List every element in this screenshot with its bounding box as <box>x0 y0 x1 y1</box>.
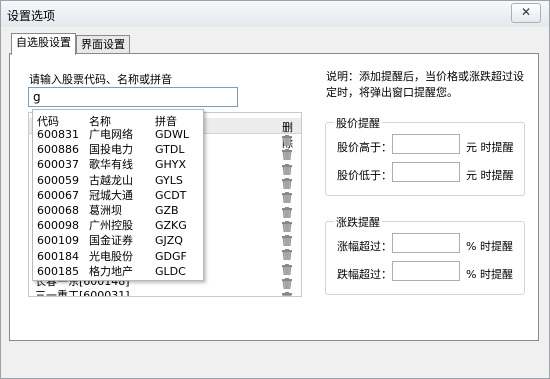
dropdown-cell-name: 广电网络 <box>89 128 133 141</box>
dropdown-cell-name: 格力地产 <box>89 264 133 278</box>
dropdown-cell-pinyin: GLDC <box>155 264 186 278</box>
dropdown-row[interactable]: 600886 国投电力 GTDL <box>33 142 203 158</box>
change-alert-group: 涨跌提醒 涨幅超过： % 时提醒 跌幅超过： % 时提醒 <box>325 214 525 295</box>
change-alert-title: 涨跌提醒 <box>334 214 382 230</box>
dropdown-cell-pinyin: GTDL <box>155 143 185 157</box>
dropdown-row[interactable]: 600098 广州控股 GZKG <box>33 218 203 234</box>
dropdown-row[interactable]: 600109 国金证券 GJZQ <box>33 233 203 249</box>
fall-label: 跌幅超过： <box>337 268 392 281</box>
dropdown-cell-code: 600037 <box>37 158 79 172</box>
dropdown-row[interactable]: 600831 广电网络 GDWL <box>33 127 203 143</box>
dropdown-cell-code: 600059 <box>37 173 79 187</box>
dropdown-cell-pinyin: GHYX <box>155 158 187 172</box>
price-low-field[interactable] <box>392 162 460 182</box>
list-item[interactable]: 三一重工[600031] <box>35 287 130 296</box>
search-input[interactable] <box>28 87 238 107</box>
dropdown-cell-pinyin: GZB <box>155 204 179 217</box>
dropdown-row[interactable]: 600184 光电股份 GDGF <box>33 249 203 265</box>
price-alert-title: 股价提醒 <box>334 115 382 131</box>
dropdown-row[interactable]: 600037 歌华有线 GHYX <box>33 157 203 173</box>
search-suggestion-dropdown: 代码 名称 拼音 600831 广电网络 GDWL 600886 国投电力 GTDL 600… <box>32 109 204 281</box>
settings-window: 设置选项 ✕ 自选股设置 界面设置 请输入股票代码、名称或拼音 删除 长春一东[… <box>0 0 550 379</box>
dropdown-cell-name: 冠城大通 <box>89 188 133 202</box>
price-high-field[interactable] <box>392 134 460 154</box>
window-title: 设置选项 <box>7 9 56 23</box>
dropdown-cell-name: 光电股份 <box>89 249 133 263</box>
dropdown-row[interactable]: 600185 格力地产 GLDC <box>33 264 203 280</box>
tab-label: 自选股设置 <box>16 36 71 49</box>
price-low-label: 股价低于： <box>337 169 392 182</box>
close-icon: ✕ <box>520 5 532 19</box>
search-prompt: 请输入股票代码、名称或拼音 <box>29 73 172 86</box>
dropdown-row[interactable]: 600059 古越龙山 GYLS <box>33 173 203 189</box>
price-low-unit: 元 时提醒 <box>466 169 514 182</box>
alert-description: 说明：添加提醒后，当价格或涨跌超过设定时，将弹出窗口提醒您。 <box>326 70 524 99</box>
price-high-unit: 元 时提醒 <box>466 141 514 154</box>
trash-icon[interactable] <box>281 163 293 175</box>
dropdown-cell-code: 600886 <box>37 143 79 157</box>
dropdown-cell-name: 国金证券 <box>89 234 133 248</box>
trash-icon[interactable] <box>281 206 293 218</box>
fall-field[interactable] <box>392 261 460 281</box>
title-bar: 设置选项 ✕ <box>1 1 549 27</box>
dropdown-cell-pinyin: GJZQ <box>155 234 183 248</box>
rise-unit: % 时提醒 <box>466 240 513 253</box>
price-high-label: 股价高于： <box>337 141 392 154</box>
dropdown-row[interactable]: 600067 冠城大通 GCDT <box>33 188 203 204</box>
trash-icon[interactable] <box>281 263 293 275</box>
dropdown-cell-pinyin: GCDT <box>155 188 187 202</box>
dropdown-cell-code: 600068 <box>37 204 79 217</box>
rise-field[interactable] <box>392 233 460 253</box>
dropdown-cell-name: 葛洲坝 <box>89 204 122 217</box>
dropdown-cell-pinyin: GYLS <box>155 173 183 187</box>
dropdown-cell-name: 古越龙山 <box>89 173 133 187</box>
dropdown-cell-code: 600067 <box>37 188 79 202</box>
dropdown-row[interactable]: 600068 葛洲坝 GZB <box>33 203 203 219</box>
trash-icon[interactable] <box>281 278 293 290</box>
dropdown-cell-pinyin: GZKG <box>155 219 187 233</box>
trash-icon[interactable] <box>281 292 293 296</box>
dropdown-cell-code: 600098 <box>37 219 79 233</box>
dropdown-cell-name: 广州控股 <box>89 219 133 233</box>
fall-unit: % 时提醒 <box>466 268 513 281</box>
dropdown-cell-name: 歌华有线 <box>89 158 133 172</box>
trash-icon[interactable] <box>281 220 293 233</box>
price-alert-group: 股价提醒 股价高于： 元 时提醒 股价低于： 元 时提醒 <box>325 115 525 196</box>
dropdown-cell-code: 600831 <box>37 128 79 141</box>
trash-icon[interactable] <box>281 249 293 261</box>
tab-label: 界面设置 <box>81 38 125 51</box>
dropdown-cell-pinyin: GDGF <box>155 249 187 263</box>
trash-icon[interactable] <box>281 192 293 204</box>
rise-label: 涨幅超过： <box>337 240 392 253</box>
dropdown-cell-code: 600109 <box>37 234 79 248</box>
dropdown-cell-code: 600184 <box>37 249 79 263</box>
trash-icon[interactable] <box>281 135 293 147</box>
trash-icon[interactable] <box>281 235 293 247</box>
trash-icon[interactable] <box>281 177 293 190</box>
tab-watchlist-settings[interactable]: 自选股设置 <box>11 33 76 55</box>
dropdown-cell-name: 国投电力 <box>89 143 133 157</box>
tab-ui-settings[interactable]: 界面设置 <box>76 35 130 54</box>
dropdown-cell-pinyin: GDWL <box>155 128 189 141</box>
dropdown-cell-code: 600185 <box>37 264 79 278</box>
close-button[interactable]: ✕ <box>511 3 541 23</box>
trash-icon[interactable] <box>281 149 293 161</box>
